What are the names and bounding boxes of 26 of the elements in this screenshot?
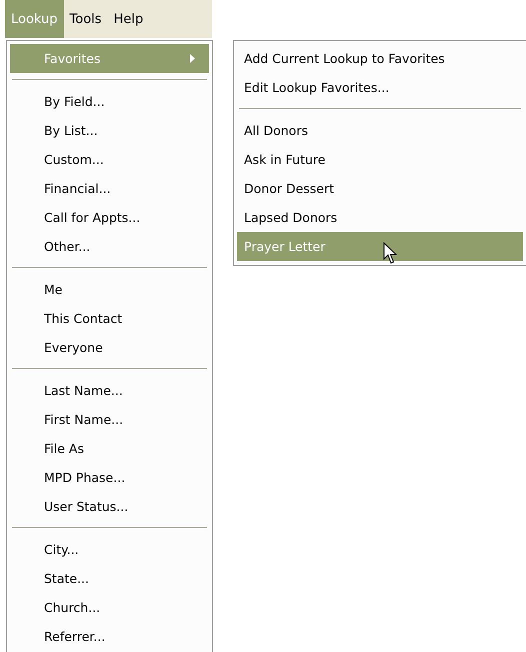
- menu-item[interactable]: First Name...: [10, 405, 209, 434]
- menu-item[interactable]: Last Name...: [10, 376, 209, 405]
- menu-item[interactable]: Custom...: [10, 145, 209, 174]
- menu-item[interactable]: Church...: [10, 593, 209, 622]
- menu-item[interactable]: MPD Phase...: [10, 463, 209, 492]
- menu-item[interactable]: State...: [10, 564, 209, 593]
- menu-item[interactable]: Everyone: [10, 333, 209, 362]
- menu-item[interactable]: Other...: [10, 232, 209, 261]
- menu-item[interactable]: Referrer...: [10, 622, 209, 651]
- menu-item[interactable]: City...: [10, 535, 209, 564]
- menu-item[interactable]: Call for Appts...: [10, 203, 209, 232]
- menu-item[interactable]: Lapsed Donors: [237, 203, 523, 232]
- menu-item[interactable]: Edit Lookup Favorites...: [237, 73, 523, 102]
- menu-bar-item[interactable]: Help: [108, 0, 150, 38]
- menu-item[interactable]: All Donors: [237, 116, 523, 145]
- menu-item[interactable]: By Field...: [10, 87, 209, 116]
- menu-item[interactable]: Donor Dessert: [237, 174, 523, 203]
- menu-item[interactable]: By List...: [10, 116, 209, 145]
- menu-item[interactable]: Add Current Lookup to Favorites: [237, 44, 523, 73]
- menu-item[interactable]: Me: [10, 275, 209, 304]
- menu-item[interactable]: User Status...: [10, 492, 209, 521]
- menu-item[interactable]: File As: [10, 434, 209, 463]
- menu-item[interactable]: Ask in Future: [237, 145, 523, 174]
- menu-item[interactable]: Financial...: [10, 174, 209, 203]
- menu-bar-item[interactable]: Tools: [64, 0, 108, 38]
- menu-item[interactable]: This Contact: [10, 304, 209, 333]
